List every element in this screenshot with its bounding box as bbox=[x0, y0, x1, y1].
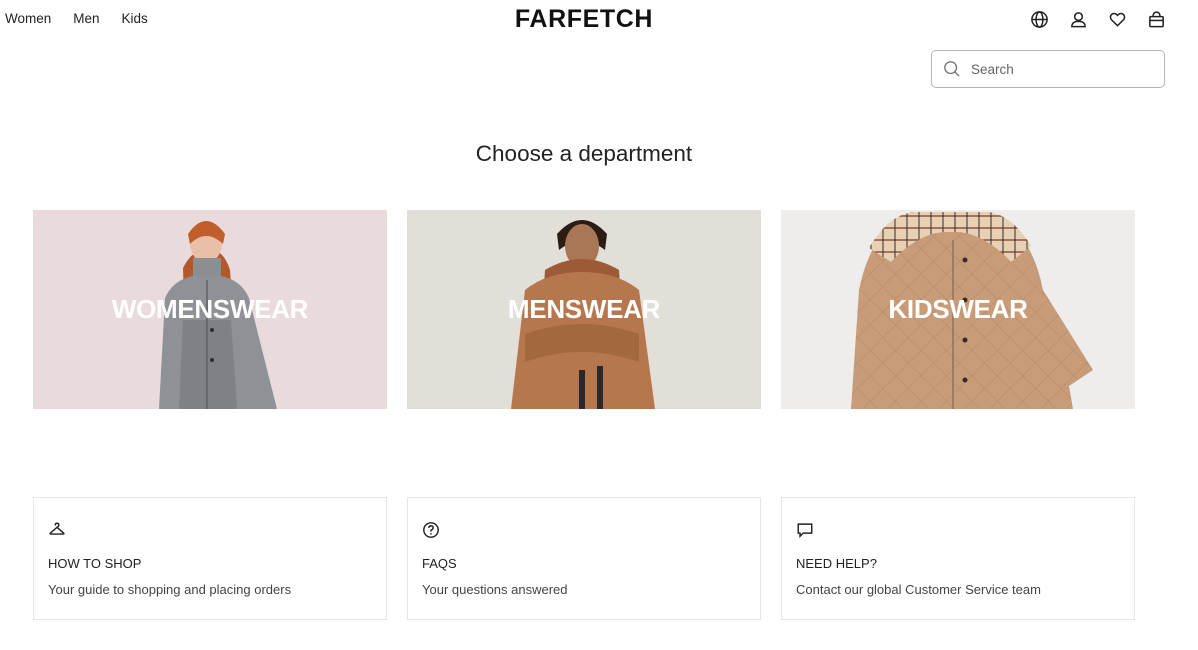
hanger-icon bbox=[49, 522, 65, 535]
page-title: Choose a department bbox=[475, 141, 693, 166]
department-label-menswear: MENSWEAR bbox=[507, 294, 661, 324]
info-subtitle-how-to-shop: Your guide to shopping and placing order… bbox=[48, 582, 292, 597]
chat-bubble-icon bbox=[797, 523, 813, 539]
farfetch-logo[interactable]: FARFETCH bbox=[496, 5, 672, 34]
top-navigation: Women Men Kids FARFETCH bbox=[0, 0, 1198, 40]
info-title-faqs: FAQS bbox=[422, 556, 457, 571]
question-circle-icon bbox=[423, 522, 439, 538]
department-card-womenswear[interactable]: WOMENSWEAR bbox=[33, 210, 387, 409]
info-title-how-to-shop: HOW TO SHOP bbox=[48, 556, 142, 571]
department-card-kidswear[interactable]: KIDSWEAR bbox=[781, 210, 1135, 409]
shopping-bag-icon[interactable] bbox=[1146, 9, 1166, 29]
nav-link-women[interactable]: Women bbox=[5, 11, 51, 26]
info-title-need-help: NEED HELP? bbox=[796, 556, 877, 571]
account-icon[interactable] bbox=[1068, 9, 1088, 29]
info-subtitle-faqs: Your questions answered bbox=[422, 582, 568, 597]
department-card-menswear[interactable]: MENSWEAR bbox=[407, 210, 761, 409]
info-card-how-to-shop[interactable]: HOW TO SHOP Your guide to shopping and p… bbox=[33, 497, 387, 620]
search-icon bbox=[944, 61, 960, 77]
nav-link-men[interactable]: Men bbox=[73, 11, 99, 26]
search-box[interactable] bbox=[931, 50, 1165, 88]
wishlist-heart-icon[interactable] bbox=[1107, 9, 1127, 29]
info-card-faqs[interactable]: FAQS Your questions answered bbox=[407, 497, 761, 620]
header-icons bbox=[1029, 9, 1166, 29]
search-input[interactable] bbox=[971, 61, 1151, 77]
globe-icon[interactable] bbox=[1029, 9, 1049, 29]
gender-navigation: Women Men Kids bbox=[5, 11, 148, 26]
nav-link-kids[interactable]: Kids bbox=[122, 11, 148, 26]
info-card-need-help[interactable]: NEED HELP? Contact our global Customer S… bbox=[781, 497, 1135, 620]
info-subtitle-need-help: Contact our global Customer Service team bbox=[796, 582, 1041, 597]
department-label-kidswear: KIDSWEAR bbox=[888, 294, 1028, 324]
department-label-womenswear: WOMENSWEAR bbox=[111, 294, 309, 324]
